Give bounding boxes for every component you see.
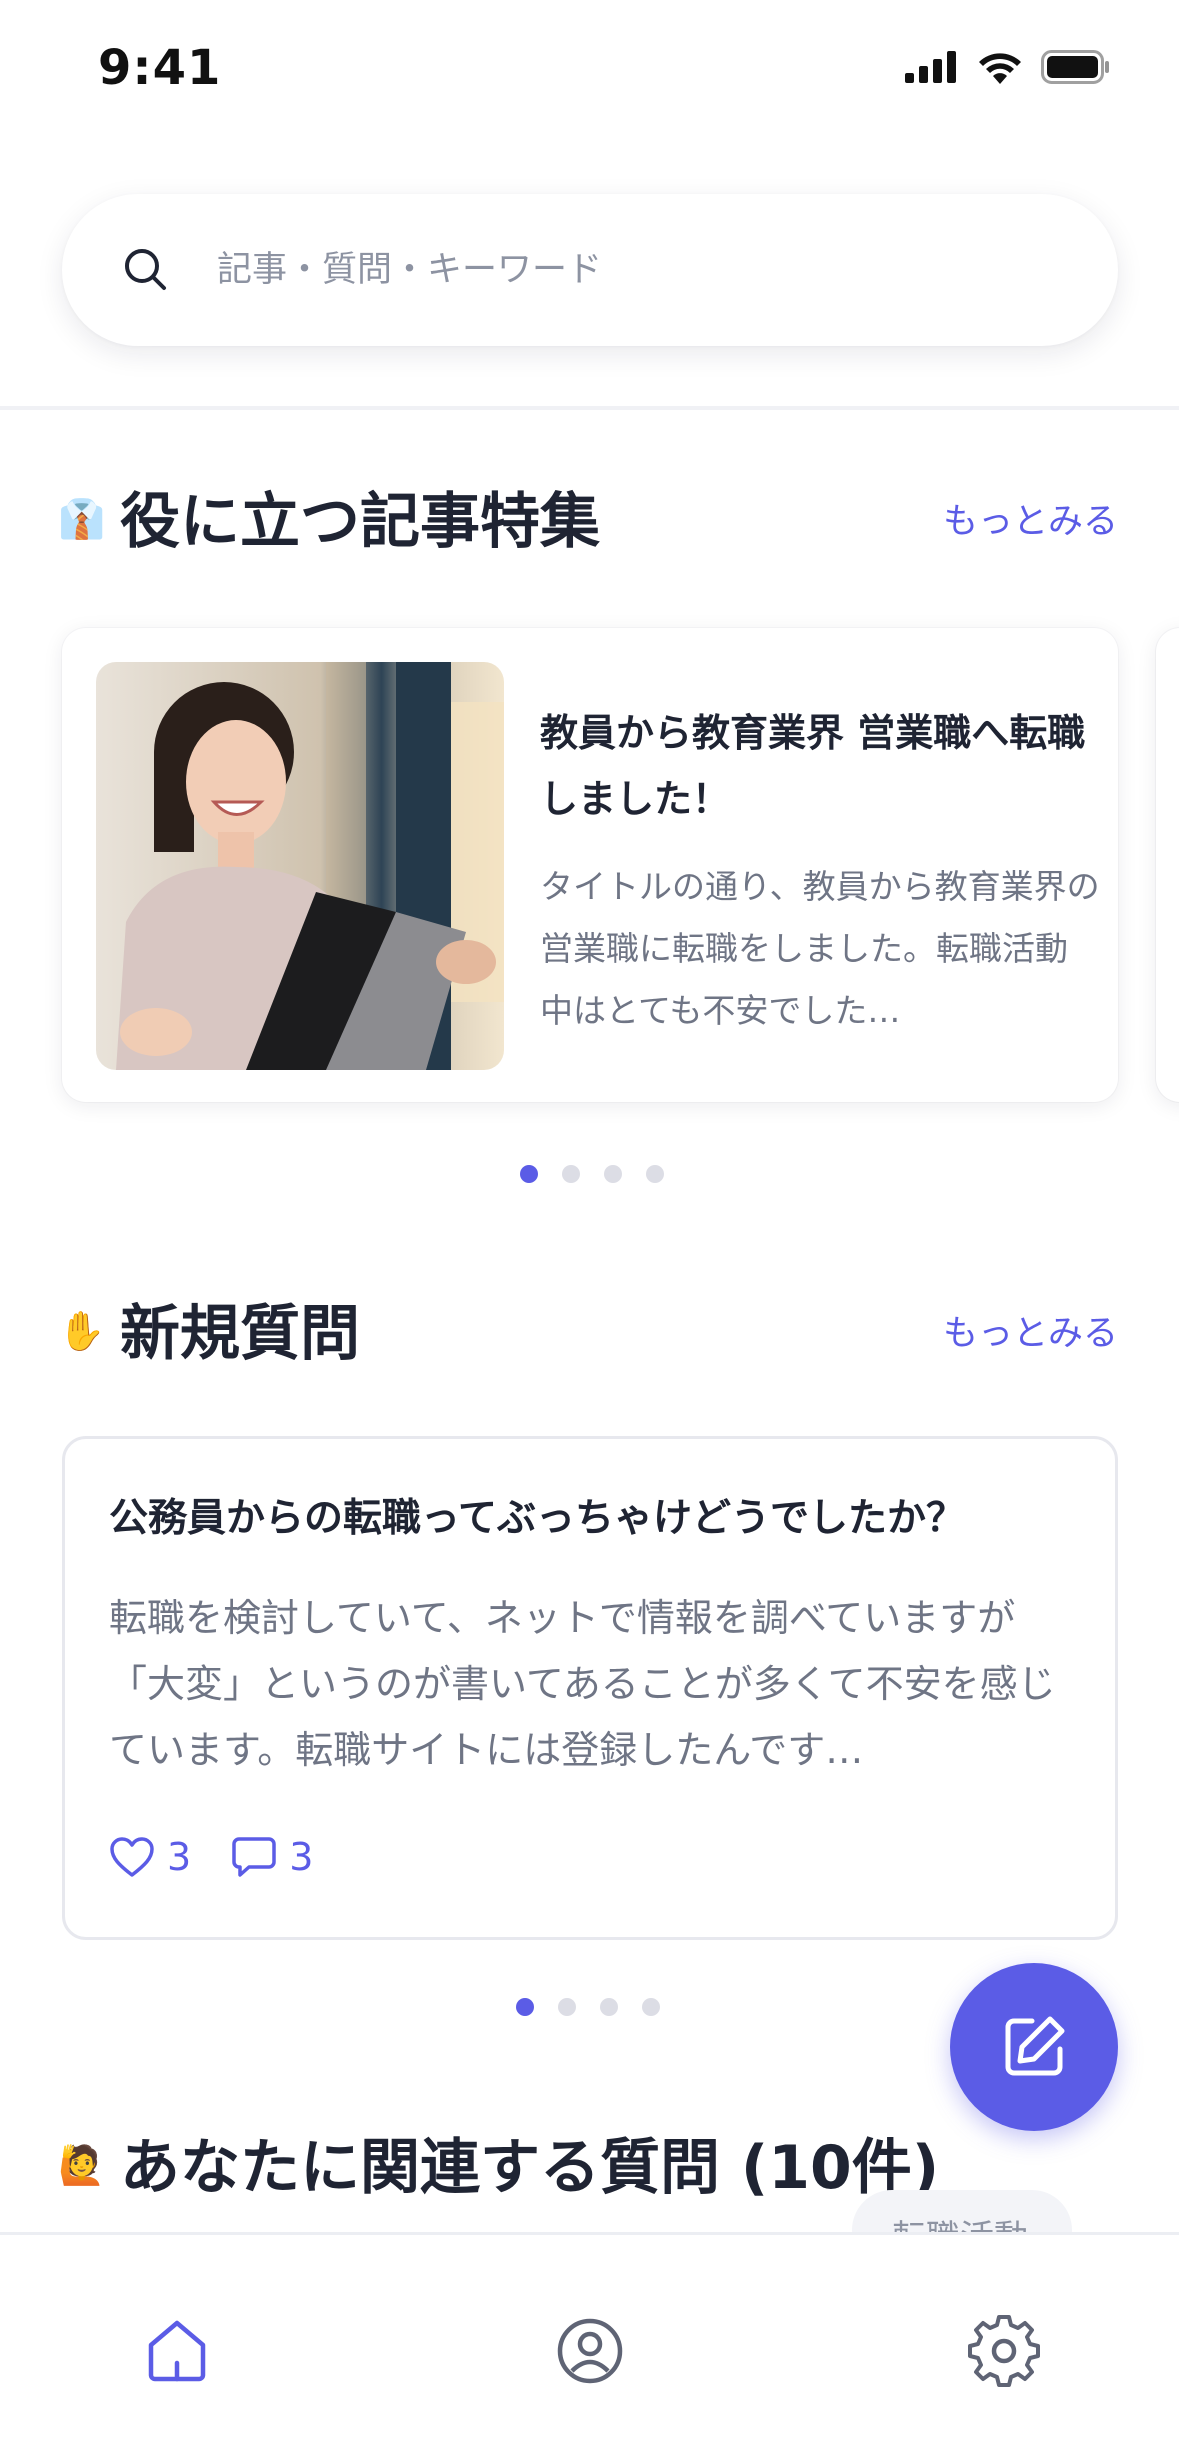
pagination-dot[interactable] <box>600 1998 618 2016</box>
new-questions-more-link[interactable]: もっとみる <box>943 1308 1118 1360</box>
search-icon <box>125 249 166 290</box>
nav-home[interactable] <box>141 2315 213 2387</box>
comment-count: 3 <box>289 1835 314 1879</box>
person-raising-hand-emoji-icon: 🙋 <box>58 2143 106 2187</box>
bottom-nav <box>0 2232 1179 2460</box>
battery-icon <box>1041 50 1109 84</box>
wifi-icon <box>979 53 1021 84</box>
pagination-dot-active[interactable] <box>520 1165 538 1183</box>
signal-icon <box>905 51 956 83</box>
edit-icon <box>1005 2016 1065 2076</box>
pagination-dot-active[interactable] <box>516 1998 534 2016</box>
like-button[interactable]: 3 <box>109 1835 191 1879</box>
status-bar: 9:41 <box>0 0 1179 140</box>
featured-articles-more-link[interactable]: もっとみる <box>943 496 1118 548</box>
article-excerpt: タイトルの通り、教員から教育業界の営業職に転職をしました。転職活動中はとても不安… <box>540 867 1100 1030</box>
user-circle-icon <box>557 2318 623 2384</box>
article-image <box>96 662 504 1070</box>
new-questions-pagination <box>516 1998 660 2016</box>
pagination-dot[interactable] <box>558 1998 576 2016</box>
question-title: 公務員からの転職ってぶっちゃけどうでしたか？ <box>109 1496 966 1541</box>
new-questions-title: 新規質問 <box>120 1299 360 1369</box>
featured-articles-header: 👔 役に立つ記事特集 もっとみる <box>58 474 1118 564</box>
status-icons <box>905 50 1111 84</box>
article-card[interactable]: 教員から教育業界 営業職へ転職しました！ タイトルの通り、教員から教育業界の営業… <box>62 628 1118 1102</box>
related-questions-title: あなたに関連する質問 (10件) <box>120 2133 940 2203</box>
gear-icon <box>968 2315 1040 2387</box>
pagination-dot[interactable] <box>562 1165 580 1183</box>
pagination-dot[interactable] <box>646 1165 664 1183</box>
search-placeholder: 記事・質問・キーワード <box>217 250 603 290</box>
status-time: 9:41 <box>98 40 222 96</box>
nav-settings[interactable] <box>968 2315 1040 2387</box>
raised-hand-emoji-icon: ✋ <box>58 1309 106 1353</box>
pagination-dot[interactable] <box>604 1165 622 1183</box>
necktie-emoji-icon: 👔 <box>58 497 106 541</box>
home-icon <box>148 2320 206 2382</box>
new-questions-header: ✋ 新規質問 もっとみる <box>58 1286 1118 1376</box>
featured-articles-pagination <box>520 1165 664 1183</box>
comment-button[interactable]: 3 <box>231 1835 313 1879</box>
search-input[interactable]: 記事・質問・キーワード <box>62 194 1118 346</box>
question-body: 転職を検討していて、ネットで情報を調べていますが「大変」というのが書いてあること… <box>109 1596 1056 1772</box>
nav-profile[interactable] <box>554 2315 626 2387</box>
next-article-card[interactable] <box>1156 628 1179 1102</box>
question-stats: 3 3 <box>109 1835 313 1879</box>
search-area: 記事・質問・キーワード <box>0 140 1179 410</box>
comment-icon <box>232 1837 276 1877</box>
pagination-dot[interactable] <box>642 1998 660 2016</box>
compose-button[interactable] <box>950 1963 1118 2131</box>
heart-icon <box>110 1837 154 1877</box>
featured-articles-title: 役に立つ記事特集 <box>120 487 600 557</box>
article-title: 教員から教育業界 営業職へ転職しました！ <box>540 711 1086 821</box>
like-count: 3 <box>167 1835 192 1879</box>
question-card[interactable]: 公務員からの転職ってぶっちゃけどうでしたか？ 転職を検討していて、ネットで情報を… <box>62 1436 1118 1940</box>
